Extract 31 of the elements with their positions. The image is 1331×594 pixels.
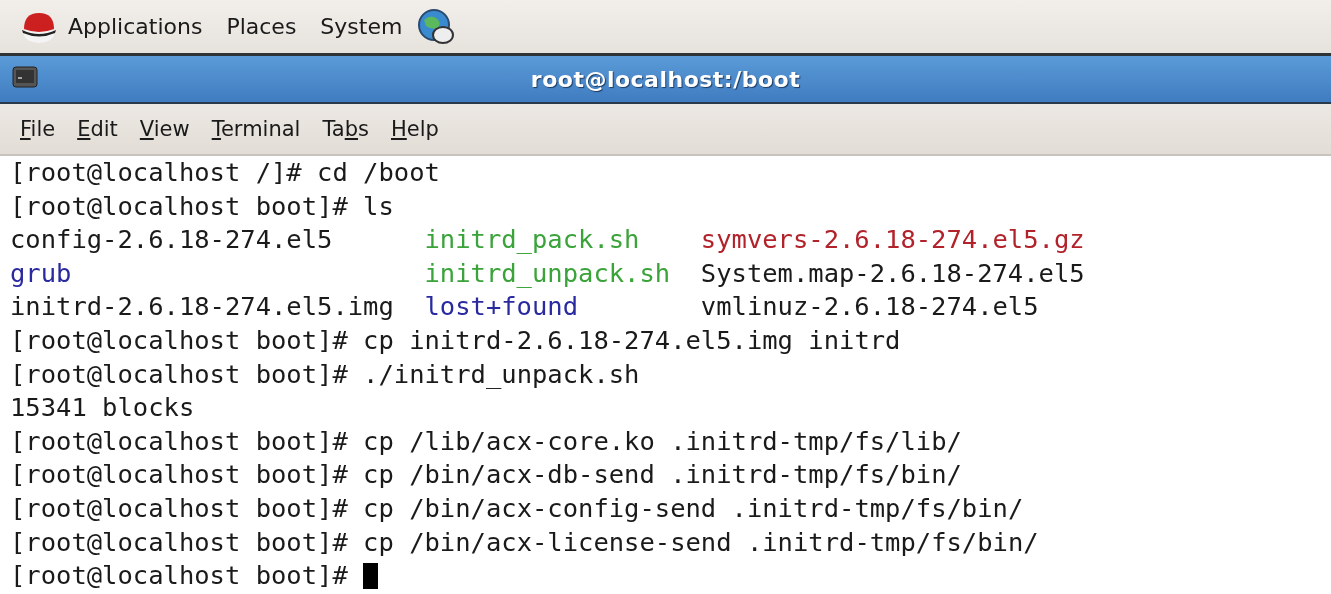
terminal-line: [root@localhost boot]# cp /bin/acx-db-send .initrd-tmp/fs/bin/ [10, 458, 962, 492]
window-title: root@localhost:/boot [530, 66, 801, 92]
file-name: System.map-2.6.18-274.el5 [700, 257, 1085, 288]
menu-item[interactable]: File [12, 117, 70, 141]
terminal-line: [root@localhost boot]# cp initrd-2.6.18-274.el5.img initrd [10, 323, 901, 357]
panel-menu[interactable]: System [310, 14, 417, 39]
menu-item[interactable]: Edit [69, 117, 132, 141]
file-name: initrd-2.6.18-274.el5.img [10, 291, 394, 322]
file-name: initrd_unpack.sh [424, 257, 671, 288]
menu-item[interactable]: View [131, 117, 204, 141]
terminal-line: [root@localhost boot]# ls [10, 189, 394, 223]
terminal-line: [root@localhost boot]# cp /bin/acx-license-send .initrd-tmp/fs/bin/ [10, 525, 1039, 559]
file-name: symvers-2.6.18-274.el5.gz [700, 224, 1085, 255]
menu-item[interactable]: Terminal [203, 117, 315, 141]
terminal-line: [root@localhost boot]# ./initrd_unpack.sh [10, 357, 640, 391]
menu-item[interactable]: Help [383, 117, 453, 141]
terminal-line: [root@localhost /]# cd /boot [10, 156, 440, 189]
terminal-line: 15341 blocks [10, 391, 195, 425]
terminal-line: [root@localhost boot]# cp /lib/acx-core.ko .initrd-tmp/fs/lib/ [10, 424, 962, 458]
menu-item[interactable]: Tabs [314, 117, 383, 141]
file-name: grub [10, 257, 72, 288]
file-name: config-2.6.18-274.el5 [10, 224, 333, 255]
panel-menu[interactable]: Places [216, 14, 311, 39]
panel-menu[interactable]: Applications [58, 14, 217, 39]
globe-icon[interactable] [416, 7, 457, 46]
terminal-line: [root@localhost boot]# [10, 559, 348, 593]
terminal-line: [root@localhost boot]# cp /bin/acx-config-send .initrd-tmp/fs/bin/ [10, 491, 1024, 525]
file-name: initrd_pack.sh [424, 224, 640, 255]
file-name: lost+found [424, 291, 579, 322]
terminal-icon[interactable] [12, 66, 38, 88]
file-name: vmlinuz-2.6.18-274.el5 [700, 291, 1039, 322]
